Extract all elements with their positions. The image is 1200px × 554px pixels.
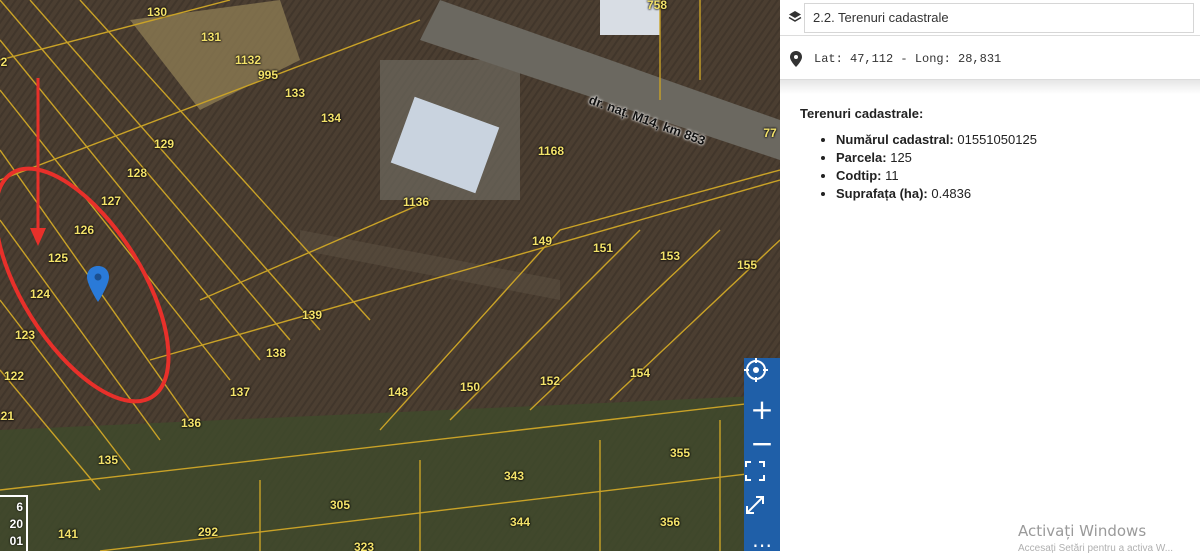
- parcel-label: 123: [14, 328, 36, 342]
- parcel-label: 121: [0, 409, 15, 423]
- satellite-imagery: [0, 0, 780, 551]
- parcel-label: 1136: [402, 195, 430, 209]
- field-label: Suprafața (ha):: [836, 186, 928, 201]
- zoom-out-button[interactable]: −: [744, 426, 780, 460]
- field-label: Parcela:: [836, 150, 887, 165]
- zoom-in-button[interactable]: +: [744, 392, 780, 426]
- parcel-label: 130: [146, 5, 168, 19]
- parcel-label: 1168: [537, 144, 565, 158]
- windows-activation-watermark: Activați Windows: [1018, 522, 1147, 540]
- scale-line: 6: [16, 500, 23, 514]
- parcel-label: 138: [265, 346, 287, 360]
- info-list: Numărul cadastral: 01551050125 Parcela: …: [800, 131, 1037, 203]
- parcel-label: 77: [763, 126, 777, 140]
- parcel-label: 133: [284, 86, 306, 100]
- layer-name[interactable]: 2.2. Terenuri cadastrale: [804, 2, 1194, 33]
- panel-divider: [780, 80, 1200, 94]
- field-value: 11: [885, 168, 899, 183]
- parcel-label: 124: [29, 287, 51, 301]
- expand-button[interactable]: [744, 494, 780, 528]
- info-panel: 2.2. Terenuri cadastrale Lat: 47,112 - L…: [780, 0, 1200, 551]
- layers-icon: [788, 11, 802, 22]
- list-item: Suprafața (ha): 0.4836: [836, 185, 1037, 203]
- map-view[interactable]: 130 131 1132 995 133 134 129 128 127 126…: [0, 0, 780, 551]
- parcel-label: 129: [153, 137, 175, 151]
- list-item: Numărul cadastral: 01551050125: [836, 131, 1037, 149]
- list-item: Parcela: 125: [836, 149, 1037, 167]
- parcel-label: 305: [329, 498, 351, 512]
- parcel-label: 356: [659, 515, 681, 529]
- zoom-in-icon: +: [750, 392, 774, 426]
- parcel-label: 127: [100, 194, 122, 208]
- locate-button[interactable]: [744, 358, 780, 392]
- parcel-label: 149: [531, 234, 553, 248]
- layer-selector[interactable]: 2.2. Terenuri cadastrale: [780, 0, 1200, 36]
- parcel-label: 134: [320, 111, 342, 125]
- parcel-label: 1132: [234, 53, 262, 67]
- parcel-label: 151: [592, 241, 614, 255]
- parcel-label: 155: [736, 258, 758, 272]
- parcel-label: 128: [126, 166, 148, 180]
- field-value: 0.4836: [931, 186, 972, 201]
- locate-icon: [744, 358, 768, 382]
- parcel-label: 355: [669, 446, 691, 460]
- fullscreen-icon: [745, 461, 765, 481]
- scale-line: 20: [9, 517, 23, 531]
- map-pin-icon[interactable]: [87, 266, 109, 302]
- scale-line: 01: [9, 534, 23, 548]
- parcel-label: 758: [646, 0, 668, 12]
- field-value: 125: [890, 150, 912, 165]
- windows-activation-subtitle: Accesați Setări pentru a activa W...: [1018, 543, 1174, 554]
- parcel-label: 995: [257, 68, 279, 82]
- parcel-label: 343: [503, 469, 525, 483]
- parcel-label: 141: [57, 527, 79, 541]
- list-item: Codtip: 11: [836, 167, 1037, 185]
- parcel-label: 152: [539, 374, 561, 388]
- coordinates-text: Lat: 47,112 - Long: 28,831: [814, 51, 1002, 66]
- parcel-label: 137: [229, 385, 251, 399]
- field-label: Codtip:: [836, 168, 882, 183]
- map-controls: + − ⋯: [744, 358, 780, 551]
- parcel-label: 122: [3, 369, 25, 383]
- field-value: 01551050125: [957, 132, 1037, 147]
- parcel-label: 344: [509, 515, 531, 529]
- parcel-label: 135: [97, 453, 119, 467]
- parcel-label: 154: [629, 366, 651, 380]
- parcel-label: 136: [180, 416, 202, 430]
- scale-readout: 6 20 01: [0, 495, 28, 551]
- location-pin-icon: [790, 50, 802, 67]
- more-button[interactable]: ⋯: [744, 528, 780, 551]
- parcel-label: 2: [0, 55, 8, 69]
- more-icon: ⋯: [752, 533, 772, 551]
- parcel-label: 153: [659, 249, 681, 263]
- parcel-label: 150: [459, 380, 481, 394]
- field-label: Numărul cadastral:: [836, 132, 954, 147]
- parcel-label: 148: [387, 385, 409, 399]
- expand-icon: [746, 496, 764, 514]
- parcel-label: 139: [301, 308, 323, 322]
- parcel-label: 292: [197, 525, 219, 539]
- coordinate-row: Lat: 47,112 - Long: 28,831: [780, 38, 1200, 80]
- fullscreen-button[interactable]: [744, 460, 780, 494]
- parcel-label: 131: [200, 30, 222, 44]
- parcel-info: Terenuri cadastrale: Numărul cadastral: …: [800, 106, 1037, 203]
- parcel-label: 125: [47, 251, 69, 265]
- parcel-label: 323: [353, 540, 375, 551]
- parcel-label: 126: [73, 223, 95, 237]
- zoom-out-icon: −: [750, 426, 774, 460]
- info-title: Terenuri cadastrale:: [800, 106, 924, 121]
